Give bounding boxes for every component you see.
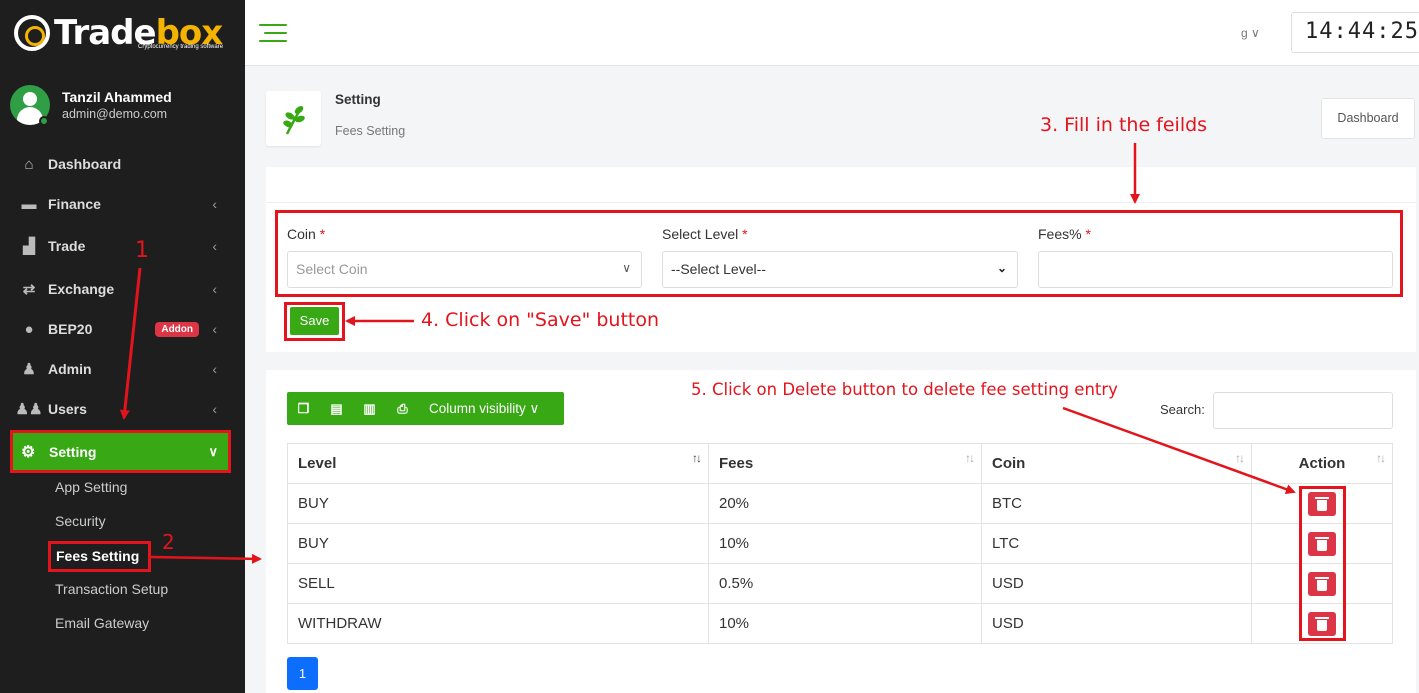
- chevron-left-icon: ‹: [212, 401, 217, 417]
- sidebar-item-label: Trade: [48, 238, 86, 254]
- cell-fees: 10%: [708, 603, 982, 644]
- sidebar-item-exchange[interactable]: ⇄ Exchange ‹: [18, 274, 223, 304]
- submenu-app-setting[interactable]: App Setting: [55, 479, 127, 495]
- annotation-step1: 1: [135, 238, 149, 263]
- chart-icon: ▟: [23, 238, 35, 255]
- sort-icon: ↑↓: [1376, 451, 1386, 465]
- user-email: admin@demo.com: [62, 107, 168, 121]
- annotation-box-delete: [1299, 486, 1346, 641]
- sidebar-item-label: Dashboard: [48, 156, 122, 172]
- sidebar-item-users[interactable]: ♟♟ Users ‹: [15, 394, 223, 424]
- user-icon: ♟: [22, 361, 36, 378]
- table-header-row: Level ↑↓ Fees ↑↓ Coin ↑↓ Action ↑↓: [287, 443, 1393, 484]
- sidebar-item-trade[interactable]: ▟ Trade ‹: [18, 231, 223, 261]
- cell-level: SELL: [287, 563, 709, 604]
- submenu-transaction-setup[interactable]: Transaction Setup: [55, 581, 168, 597]
- copy-icon[interactable]: ❐: [287, 401, 320, 417]
- column-header-level[interactable]: Level ↑↓: [287, 443, 709, 484]
- chevron-down-icon: ∨: [208, 443, 218, 459]
- sidebar-item-label: BEP20: [48, 321, 93, 337]
- annotation-step4: 4. Click on "Save" button: [421, 309, 660, 331]
- leaf-icon: [266, 91, 321, 146]
- save-button[interactable]: Save: [290, 307, 339, 335]
- addon-badge: Addon: [155, 321, 199, 337]
- annotation-box-fields: [275, 210, 1403, 297]
- sidebar-item-bep20[interactable]: ● BEP20 Addon ‹: [18, 314, 223, 344]
- chevron-down-icon: ∨: [529, 400, 540, 416]
- column-header-action[interactable]: Action ↑↓: [1251, 443, 1393, 484]
- cell-fees: 0.5%: [708, 563, 982, 604]
- chevron-left-icon: ‹: [212, 321, 217, 337]
- pdf-icon[interactable]: ▥: [353, 401, 386, 417]
- topbar: g ∨ 14:44:25: [245, 0, 1419, 66]
- gear-icon: ⚙: [21, 443, 36, 461]
- cell-coin: USD: [981, 603, 1252, 644]
- user-name: Tanzil Ahammed: [62, 89, 172, 105]
- print-icon[interactable]: ⎙: [386, 401, 419, 417]
- annotation-step2: 2: [162, 530, 175, 554]
- table-row: SELL 0.5% USD: [287, 563, 1393, 604]
- menu-toggle-icon[interactable]: [259, 24, 287, 42]
- sidebar-item-finance[interactable]: ▬ Finance ‹: [18, 189, 223, 219]
- sort-icon: ↑↓: [965, 451, 975, 465]
- table-toolbar: ❐ ▤ ▥ ⎙ Column visibility ∨: [287, 392, 564, 425]
- cell-fees: 10%: [708, 523, 982, 564]
- cell-coin: LTC: [981, 523, 1252, 564]
- sort-icon: ↑↓: [1235, 451, 1245, 465]
- table-row: BUY 20% BTC: [287, 483, 1393, 524]
- cell-level: BUY: [287, 523, 709, 564]
- dashboard-button[interactable]: Dashboard: [1321, 98, 1415, 139]
- annotation-step5: 5. Click on Delete button to delete fee …: [691, 380, 1118, 399]
- cell-fees: 20%: [708, 483, 982, 524]
- excel-icon[interactable]: ▤: [320, 401, 353, 417]
- chevron-left-icon: ‹: [212, 196, 217, 212]
- column-header-coin[interactable]: Coin ↑↓: [981, 443, 1252, 484]
- sidebar-item-label: Users: [48, 401, 87, 417]
- sidebar-item-label: Admin: [48, 361, 92, 377]
- search-input[interactable]: [1213, 392, 1393, 429]
- sidebar: Tradebox Cryptocurrency trading software…: [0, 0, 245, 693]
- sidebar-item-label: Finance: [48, 196, 101, 212]
- table-row: WITHDRAW 10% USD: [287, 603, 1393, 644]
- sidebar-item-label: Exchange: [48, 281, 115, 297]
- wallet-icon: ▬: [21, 195, 37, 213]
- chevron-left-icon: ‹: [212, 238, 217, 254]
- cell-level: WITHDRAW: [287, 603, 709, 644]
- search-label: Search:: [1160, 402, 1205, 417]
- chevron-left-icon: ‹: [212, 281, 217, 297]
- column-header-fees[interactable]: Fees ↑↓: [708, 443, 982, 484]
- language-value: g: [1241, 26, 1248, 40]
- submenu-email-gateway[interactable]: Email Gateway: [55, 615, 149, 631]
- chevron-left-icon: ‹: [212, 361, 217, 377]
- digital-clock: 14:44:25: [1291, 12, 1419, 53]
- chevron-down-icon: ∨: [1251, 26, 1260, 40]
- user-profile[interactable]: Tanzil Ahammed admin@demo.com: [10, 85, 172, 125]
- logo-icon: [14, 15, 50, 51]
- cell-level: BUY: [287, 483, 709, 524]
- annotation-step3: 3. Fill in the feilds: [1040, 114, 1208, 136]
- sidebar-item-dashboard[interactable]: ⌂ Dashboard: [18, 149, 223, 179]
- submenu-fees-setting[interactable]: Fees Setting: [48, 541, 151, 572]
- sidebar-item-setting[interactable]: ⚙ Setting ∨: [10, 430, 231, 473]
- cell-coin: BTC: [981, 483, 1252, 524]
- sort-asc-icon: ↑↓: [692, 451, 702, 465]
- page-title: Setting: [335, 92, 381, 107]
- online-status-dot: [39, 116, 49, 126]
- fees-table: Level ↑↓ Fees ↑↓ Coin ↑↓ Action ↑↓ BUY 20% B…: [287, 443, 1393, 644]
- home-icon: ⌂: [24, 155, 34, 173]
- submenu-security[interactable]: Security: [55, 513, 106, 529]
- page-subtitle: Fees Setting: [335, 124, 406, 138]
- sidebar-item-admin[interactable]: ♟ Admin ‹: [18, 354, 223, 384]
- pagination-page[interactable]: 1: [287, 657, 318, 690]
- cell-coin: USD: [981, 563, 1252, 604]
- column-visibility-button[interactable]: Column visibility ∨: [419, 401, 539, 417]
- table-row: BUY 10% LTC: [287, 523, 1393, 564]
- coins-icon: ●: [24, 320, 34, 338]
- exchange-icon: ⇄: [22, 281, 36, 298]
- language-selector[interactable]: g ∨: [1241, 26, 1260, 40]
- brand-tagline: Cryptocurrency trading software: [138, 44, 224, 50]
- users-icon: ♟♟: [15, 401, 43, 418]
- sidebar-item-label: Setting: [49, 443, 97, 460]
